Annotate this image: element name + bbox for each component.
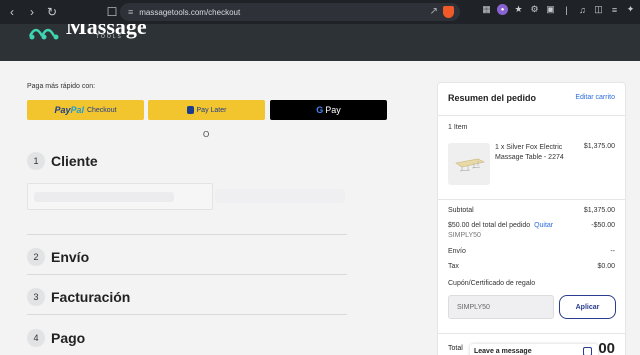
apply-coupon-button[interactable]: Aplicar [559,295,616,319]
paypal-checkout-text: Checkout [86,106,117,114]
paypal-checkout-button[interactable]: Pay Pal Checkout [27,100,144,120]
menu-lines-icon[interactable]: ≡ [609,4,620,15]
divider [438,115,625,116]
extensions-bar: ▦ ● ★ ⚙ ▣ | ♫ ◫ ≡ ✦ [481,4,636,15]
step-pago[interactable]: 4 Pago [27,329,85,347]
items-count: 1 Item [448,124,468,131]
address-bar[interactable]: ≡ massagetools.com/checkout ↗ [120,3,460,21]
paypal-pay-text: Pay [54,105,71,115]
or-separator: O [203,130,210,139]
paylater-label: Pay Later [196,106,227,114]
google-pay-label: Pay [325,105,341,115]
chat-icon [583,347,592,355]
paypal-pal-text: Pal [70,105,84,115]
shipping-label: Envío [448,248,466,255]
product-thumbnail [448,143,490,185]
reload-icon[interactable]: ↻ [44,4,60,20]
google-g-icon: G [316,105,324,115]
total-label: Total [448,345,463,352]
step-number: 3 [27,288,45,306]
edit-cart-link[interactable]: Editar carrito [575,94,615,101]
extension-icon[interactable]: ▦ [481,4,492,15]
customer-info-field [27,183,213,210]
logo-subtext: TOOLS [96,34,123,40]
divider [27,234,347,235]
gear-icon[interactable]: ⚙ [529,4,540,15]
bookmark-icon[interactable]: ☐ [104,4,120,20]
step-facturacion[interactable]: 3 Facturación [27,288,130,306]
paypal-icon [186,106,194,114]
divider [438,333,625,334]
fast-pay-label: Paga más rápido con: [27,83,96,90]
step-envio[interactable]: 2 Envío [27,248,89,266]
site-header: Massage TOOLS [0,24,640,61]
tax-label: Tax [448,263,459,270]
puzzle-icon[interactable]: ★ [513,4,524,15]
google-pay-button[interactable]: G Pay [270,100,387,120]
step-title: Facturación [51,289,131,305]
browser-toolbar: ‹ › ↻ ☐ ≡ massagetools.com/checkout ↗ ▦ … [0,0,640,24]
brave-shield-icon[interactable] [443,6,454,18]
step-cliente: 1 Cliente [27,152,98,170]
total-value: 00 [598,340,615,355]
order-summary-card: Resumen del pedido Editar carrito 1 Item… [437,82,626,355]
massage-table-icon [455,158,485,172]
coupon-label: Cupón/Certificado de regalo [448,280,536,287]
step-title: Envío [51,249,90,265]
share-icon[interactable]: ↗ [430,6,438,17]
paylater-button[interactable]: Pay Later [148,100,265,120]
tax-value: $0.00 [597,263,615,270]
sidebar-icon[interactable]: ◫ [593,4,604,15]
step-title: Pago [51,330,86,346]
coupon-input[interactable]: SIMPLY50 [448,295,554,319]
subtotal-label: Subtotal [448,207,474,214]
discount-row: $50.00 del total del pedido Quitar [448,222,553,229]
step-number: 1 [27,152,45,170]
remove-discount-link[interactable]: Quitar [534,222,553,229]
logo-icon[interactable] [28,24,64,42]
customer-info-secondary [215,189,345,203]
divider-icon: | [565,4,568,15]
chat-label: Leave a message [474,348,532,355]
extension-purple-icon[interactable]: ● [497,4,508,15]
discount-label: $50.00 del total del pedido [448,222,531,229]
leo-icon[interactable]: ✦ [625,4,636,15]
redacted-text [34,192,174,202]
divider [438,199,625,200]
step-title: Cliente [51,153,98,169]
step-number: 2 [27,248,45,266]
url-text: massagetools.com/checkout [139,7,241,17]
product-price: $1,375.00 [583,143,615,150]
step-number: 4 [27,329,45,347]
discount-code: SIMPLY50 [448,232,481,239]
summary-title: Resumen del pedido [448,93,537,103]
divider [27,314,347,315]
back-icon[interactable]: ‹ [4,4,20,20]
music-icon[interactable]: ♫ [577,4,588,15]
site-settings-icon[interactable]: ≡ [128,7,133,17]
wallet-icon[interactable]: ▣ [545,4,556,15]
discount-value: -$50.00 [591,222,615,229]
chat-widget[interactable]: Leave a message [470,344,598,355]
divider [27,274,347,275]
subtotal-value: $1,375.00 [583,207,615,214]
product-name: 1 x Silver Fox Electric Massage Table - … [495,144,564,161]
shipping-value: -- [610,248,615,255]
forward-icon[interactable]: › [24,4,40,20]
